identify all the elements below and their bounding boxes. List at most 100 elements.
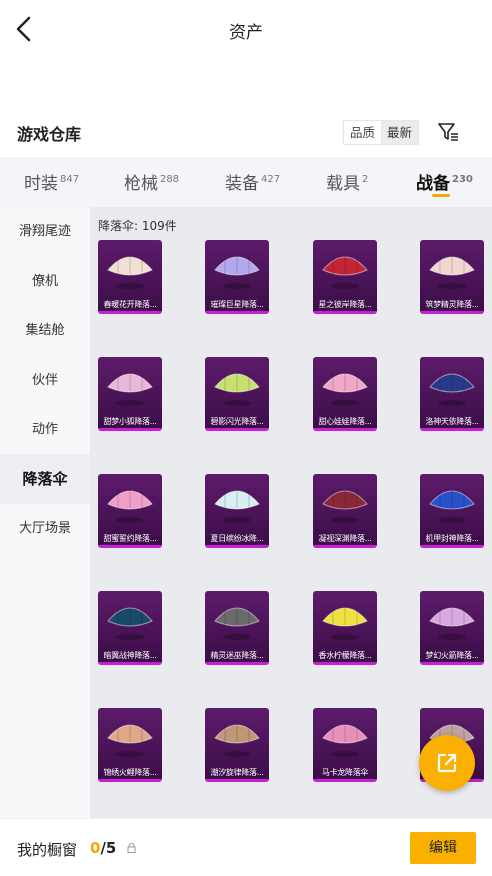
item-grid: 降落伞: 109件 春暖花开降落... 璀璨巨星降落... 星之彼岸降落... 筑梦精… xyxy=(90,207,492,818)
item-name: 甜心娃娃降落... xyxy=(318,417,372,426)
parachute-item[interactable]: 香水柠檬降落... xyxy=(313,591,377,665)
sidebar-item-parachute[interactable]: 降落伞 xyxy=(0,454,90,504)
item-name: 潮汐旋律降落... xyxy=(210,768,264,777)
tab-combat-gear[interactable]: 战备 230 xyxy=(416,169,473,194)
lock-icon xyxy=(127,843,136,853)
sort-toggle: 品质 最新 xyxy=(343,120,420,145)
item-name: 甜梦小狐降落... xyxy=(103,417,157,426)
parachute-item[interactable]: 甜蜜誓约降落... xyxy=(98,474,162,548)
item-name: 香水柠檬降落... xyxy=(318,651,372,660)
item-name: 机甲封神降落... xyxy=(425,534,479,543)
parachute-icon xyxy=(322,607,368,640)
parachute-icon xyxy=(322,373,368,406)
item-name: 暗翼战神降落... xyxy=(103,651,157,660)
tab-label: 装备 xyxy=(225,174,259,194)
parachute-item[interactable]: 筑梦精灵降落... xyxy=(420,240,484,314)
parachute-icon xyxy=(214,607,260,640)
parachute-icon xyxy=(322,490,368,523)
tab-count: 427 xyxy=(261,174,281,185)
sidebar-item-lobby-scene[interactable]: 大厅场景 xyxy=(0,504,90,554)
parachute-icon xyxy=(429,490,475,523)
showcase-current: 0 xyxy=(90,839,101,857)
item-name: 马卡龙降落伞 xyxy=(321,768,369,777)
active-tab-indicator xyxy=(432,194,450,197)
parachute-icon xyxy=(107,373,153,406)
share-external-icon xyxy=(437,753,457,773)
subcategory-sidebar: 滑翔尾迹 僚机 集结舱 伙伴 动作 降落伞 大厅场景 xyxy=(0,207,90,818)
tab-vehicles[interactable]: 载具 2 xyxy=(326,169,368,194)
parachute-item[interactable]: 暗翼战神降落... xyxy=(98,591,162,665)
item-name: 碧影闪光降落... xyxy=(210,417,264,426)
parachute-icon xyxy=(214,490,260,523)
tab-label: 战备 xyxy=(416,174,450,194)
parachute-item[interactable]: 机甲封神降落... xyxy=(420,474,484,548)
parachute-item[interactable]: 春暖花开降落... xyxy=(98,240,162,314)
parachute-item[interactable]: 梦幻火箭降落... xyxy=(420,591,484,665)
parachute-icon xyxy=(429,256,475,289)
section-title: 游戏仓库 xyxy=(17,125,82,144)
parachute-item[interactable]: 马卡龙降落伞 xyxy=(313,708,377,782)
sidebar-item-assembly-pod[interactable]: 集结舱 xyxy=(0,306,90,356)
page-title: 资产 xyxy=(229,23,263,43)
share-button[interactable] xyxy=(419,735,475,791)
sort-latest-button[interactable]: 最新 xyxy=(381,121,419,144)
edit-button[interactable]: 编辑 xyxy=(410,832,476,864)
item-name: 璀璨巨星降落... xyxy=(210,300,264,309)
tab-equipment[interactable]: 装备 427 xyxy=(225,169,280,194)
tab-fashion[interactable]: 时装 847 xyxy=(24,169,79,194)
item-name: 夏日缤纷冰降... xyxy=(210,534,264,543)
parachute-icon xyxy=(429,373,475,406)
tab-count: 847 xyxy=(60,174,80,185)
parachute-icon xyxy=(214,724,260,757)
tab-label: 枪械 xyxy=(124,174,158,194)
item-count-label: 降落伞: 109件 xyxy=(98,219,177,233)
category-tabs: 时装 847 枪械 288 装备 427 载具 2 战备 230 xyxy=(0,157,492,207)
tab-count: 288 xyxy=(160,174,180,185)
sidebar-item-wingman[interactable]: 僚机 xyxy=(0,257,90,307)
parachute-icon xyxy=(429,607,475,640)
tab-weapons[interactable]: 枪械 288 xyxy=(124,169,179,194)
parachute-item[interactable]: 夏日缤纷冰降... xyxy=(205,474,269,548)
parachute-item[interactable]: 凝视深渊降落... xyxy=(313,474,377,548)
tab-count: 2 xyxy=(362,174,369,185)
parachute-item[interactable]: 甜梦小狐降落... xyxy=(98,357,162,431)
item-name: 春暖花开降落... xyxy=(103,300,157,309)
parachute-icon xyxy=(322,724,368,757)
parachute-item[interactable]: 璀璨巨星降落... xyxy=(205,240,269,314)
parachute-icon xyxy=(214,256,260,289)
parachute-item[interactable]: 潮汐旋律降落... xyxy=(205,708,269,782)
tab-count: 230 xyxy=(452,174,473,185)
parachute-item[interactable]: 洛神天依降落... xyxy=(420,357,484,431)
tab-label: 载具 xyxy=(326,174,360,194)
item-name: 梦幻火箭降落... xyxy=(425,651,479,660)
parachute-item[interactable]: 甜心娃娃降落... xyxy=(313,357,377,431)
parachute-icon xyxy=(107,607,153,640)
parachute-item[interactable]: 锦绣火鲤降落... xyxy=(98,708,162,782)
item-name: 凝视深渊降落... xyxy=(318,534,372,543)
showcase-total: /5 xyxy=(100,839,117,857)
showcase-label: 我的橱窗 xyxy=(17,841,78,859)
parachute-item[interactable]: 星之彼岸降落... xyxy=(313,240,377,314)
parachute-icon xyxy=(214,373,260,406)
item-name: 洛神天依降落... xyxy=(425,417,479,426)
sidebar-item-companion[interactable]: 伙伴 xyxy=(0,356,90,406)
parachute-item[interactable]: 精灵迷巫降落... xyxy=(205,591,269,665)
bottom-bar: 我的橱窗 0/5 编辑 xyxy=(0,818,492,876)
parachute-icon xyxy=(107,256,153,289)
parachute-item[interactable]: 碧影闪光降落... xyxy=(205,357,269,431)
filter-icon[interactable] xyxy=(436,120,460,144)
parachute-icon xyxy=(107,724,153,757)
item-name: 锦绣火鲤降落... xyxy=(103,768,157,777)
sidebar-item-glide-trail[interactable]: 滑翔尾迹 xyxy=(0,207,90,257)
top-bar: 资产 xyxy=(0,0,492,60)
sidebar-item-emote[interactable]: 动作 xyxy=(0,405,90,455)
tab-label: 时装 xyxy=(24,174,58,194)
item-name: 星之彼岸降落... xyxy=(318,300,372,309)
item-name: 甜蜜誓约降落... xyxy=(103,534,157,543)
sort-quality-button[interactable]: 品质 xyxy=(344,121,382,144)
parachute-icon xyxy=(322,256,368,289)
showcase-count: 0/5 xyxy=(90,839,116,857)
parachute-icon xyxy=(107,490,153,523)
item-name: 筑梦精灵降落... xyxy=(425,300,479,309)
item-name: 精灵迷巫降落... xyxy=(210,651,264,660)
